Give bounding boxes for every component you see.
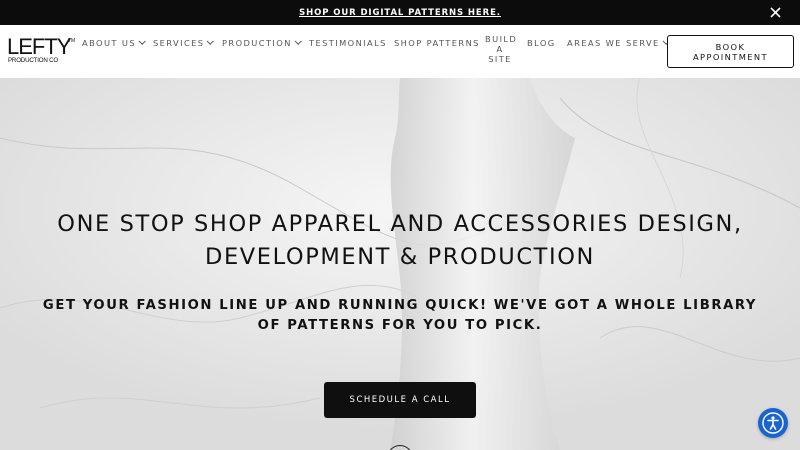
nav-item-services[interactable]: SERVICES: [153, 37, 215, 48]
nav-item-production[interactable]: PRODUCTION: [222, 37, 302, 48]
chevron-down-icon: [138, 37, 146, 45]
nav-label: TESTIMONIALS: [309, 38, 387, 48]
logo-subtitle: PRODUCTION CO: [8, 57, 58, 64]
nav-label-line: SITE: [488, 54, 512, 64]
site-header: LEFTY TM PRODUCTION CO ABOUT US SERVICES…: [0, 25, 800, 78]
announcement-bar: SHOP OUR DIGITAL PATTERNS HERE.: [0, 0, 800, 25]
close-icon[interactable]: [769, 6, 782, 19]
nav-item-build-a-site[interactable]: BUILD A SITE: [485, 34, 518, 64]
shop-patterns-announcement-link[interactable]: SHOP OUR DIGITAL PATTERNS HERE.: [299, 8, 501, 18]
book-appointment-button[interactable]: BOOK APPOINTMENT: [667, 35, 794, 68]
hero-heading: ONE STOP SHOP APPAREL AND ACCESSORIES DE…: [57, 211, 743, 270]
chevron-down-icon: [207, 37, 215, 45]
chevron-down-icon: [294, 37, 302, 45]
nav-label: ABOUT US: [82, 38, 137, 48]
nav-label-line: A: [496, 44, 504, 54]
nav-item-about-us[interactable]: ABOUT US: [82, 37, 146, 48]
hero-subheading: GET YOUR FASHION LINE UP AND RUNNING QUI…: [42, 298, 758, 333]
accessibility-icon: [762, 412, 784, 434]
nav-item-areas-we-serve[interactable]: AREAS WE SERVE: [567, 37, 670, 48]
nav-label: SERVICES: [153, 38, 205, 48]
accessibility-button[interactable]: [758, 408, 788, 438]
schedule-call-button[interactable]: SCHEDULE A CALL: [324, 382, 476, 418]
logo[interactable]: LEFTY TM PRODUCTION CO: [7, 34, 77, 68]
nav-item-shop-patterns[interactable]: SHOP PATTERNS: [394, 38, 480, 48]
logo-wordmark: LEFTY: [7, 34, 71, 59]
nav-label: AREAS WE SERVE: [567, 38, 660, 48]
nav-item-blog[interactable]: BLOG: [527, 38, 556, 48]
nav-label-line: BUILD: [485, 34, 518, 44]
nav-label: SHOP PATTERNS: [394, 38, 480, 48]
hero-section: ONE STOP SHOP APPAREL AND ACCESSORIES DE…: [0, 78, 800, 450]
nav-label: PRODUCTION: [222, 38, 292, 48]
logo-trademark: TM: [68, 38, 76, 44]
nav-label: BLOG: [527, 38, 556, 48]
nav-item-testimonials[interactable]: TESTIMONIALS: [309, 38, 387, 48]
